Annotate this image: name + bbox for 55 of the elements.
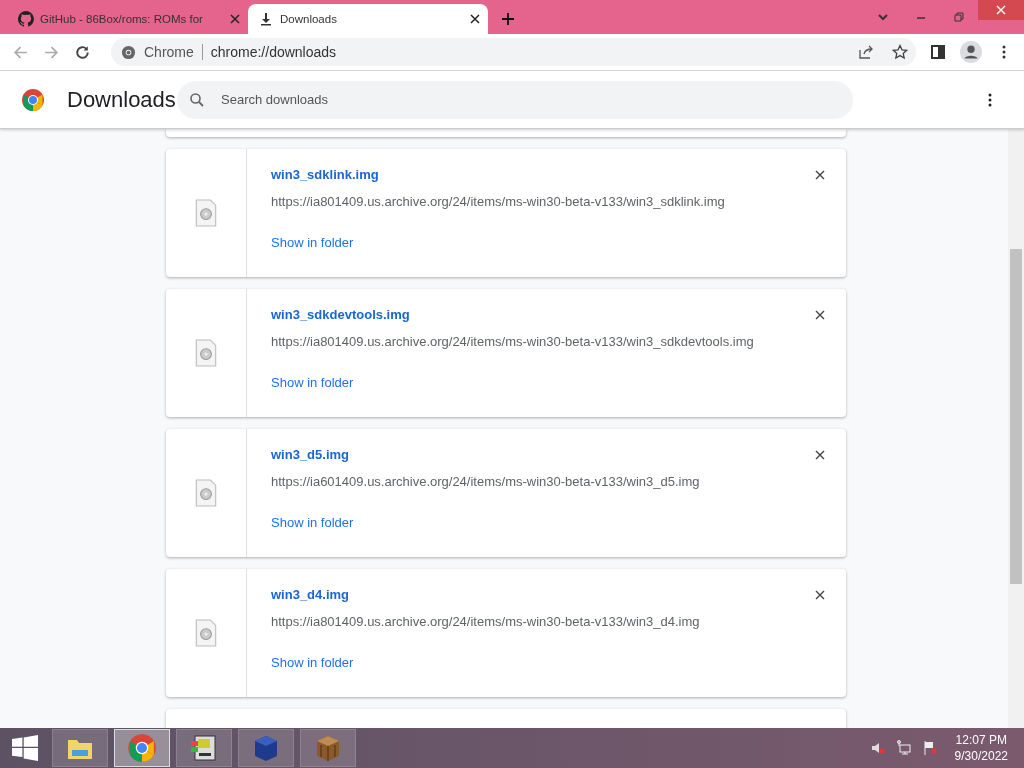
restore-icon[interactable] <box>953 11 965 23</box>
share-icon[interactable] <box>858 44 874 60</box>
page-title: Downloads <box>67 86 177 113</box>
browser-tab[interactable]: GitHub - 86Box/roms: ROMs for <box>8 4 248 34</box>
show-in-folder-link[interactable]: Show in folder <box>271 375 354 390</box>
scrollbar[interactable] <box>1008 129 1024 728</box>
github-icon <box>18 11 34 27</box>
download-icon <box>258 11 274 27</box>
close-icon <box>996 5 1006 15</box>
close-icon[interactable] <box>470 14 480 24</box>
file-url: https://ia601409.us.archive.org/24/items/ms-win30-beta-v133/win3_d5.img <box>271 474 700 489</box>
chevron-down-icon[interactable] <box>877 11 889 23</box>
file-name-link[interactable]: win3_d5.img <box>271 447 350 462</box>
remove-icon[interactable] <box>815 590 825 600</box>
search-field[interactable]: Search downloads <box>177 80 853 119</box>
file-name-link[interactable]: win3_d4.img <box>271 587 350 602</box>
show-in-folder-link[interactable]: Show in folder <box>271 235 354 250</box>
windows-start-icon[interactable] <box>12 735 38 761</box>
chrome-logo-icon <box>21 87 45 112</box>
clock-time[interactable]: 12:07 PM <box>955 733 1007 747</box>
remove-icon[interactable] <box>815 170 825 180</box>
side-panel-icon[interactable] <box>930 44 946 60</box>
search-icon <box>189 91 205 108</box>
disk-file-icon <box>195 479 217 507</box>
file-name-link[interactable]: win3_sdklink.img <box>271 167 379 182</box>
flag-icon[interactable] <box>921 740 938 756</box>
clock-date[interactable]: 9/30/2022 <box>954 749 1008 763</box>
file-url: https://ia801409.us.archive.org/24/items/ms-win30-beta-v133/win3_d4.img <box>271 614 700 629</box>
profile-icon[interactable] <box>960 41 982 63</box>
chrome-logo-icon <box>127 733 157 763</box>
taskbar-app-button[interactable] <box>114 729 170 767</box>
address-bar[interactable]: Chrome chrome://downloads <box>111 38 916 66</box>
chrome-logo-icon <box>121 44 136 60</box>
show-in-folder-link[interactable]: Show in folder <box>271 515 354 530</box>
site-label: Chrome <box>144 44 194 60</box>
disk-file-icon <box>195 199 217 227</box>
url-text: chrome://downloads <box>210 44 337 60</box>
disk-file-icon <box>195 339 217 367</box>
scrollbar-thumb[interactable] <box>1010 249 1022 584</box>
network-icon[interactable] <box>895 740 912 756</box>
file-name-link[interactable]: win3_sdkdevtools.img <box>271 307 410 322</box>
file-url: https://ia801409.us.archive.org/24/items/ms-win30-beta-v133/win3_sdklink.img <box>271 194 725 209</box>
speaker-muted-icon[interactable] <box>869 740 886 756</box>
browser-tab[interactable]: Downloads <box>248 4 488 34</box>
show-in-folder-link[interactable]: Show in folder <box>271 655 354 670</box>
reload-icon[interactable] <box>74 43 91 61</box>
remove-icon[interactable] <box>815 310 825 320</box>
file-url: https://ia801409.us.archive.org/24/items/ms-win30-beta-v133/win3_sdkdevtools.img <box>271 334 754 349</box>
new-tab-icon[interactable] <box>502 13 514 25</box>
remove-icon[interactable] <box>815 450 825 460</box>
star-icon[interactable] <box>892 44 908 60</box>
tab-title: GitHub - 86Box/roms: ROMs for <box>40 13 204 25</box>
computer-icon <box>189 733 219 763</box>
tab-title: Downloads <box>280 13 338 25</box>
disk-file-icon <box>195 619 217 647</box>
